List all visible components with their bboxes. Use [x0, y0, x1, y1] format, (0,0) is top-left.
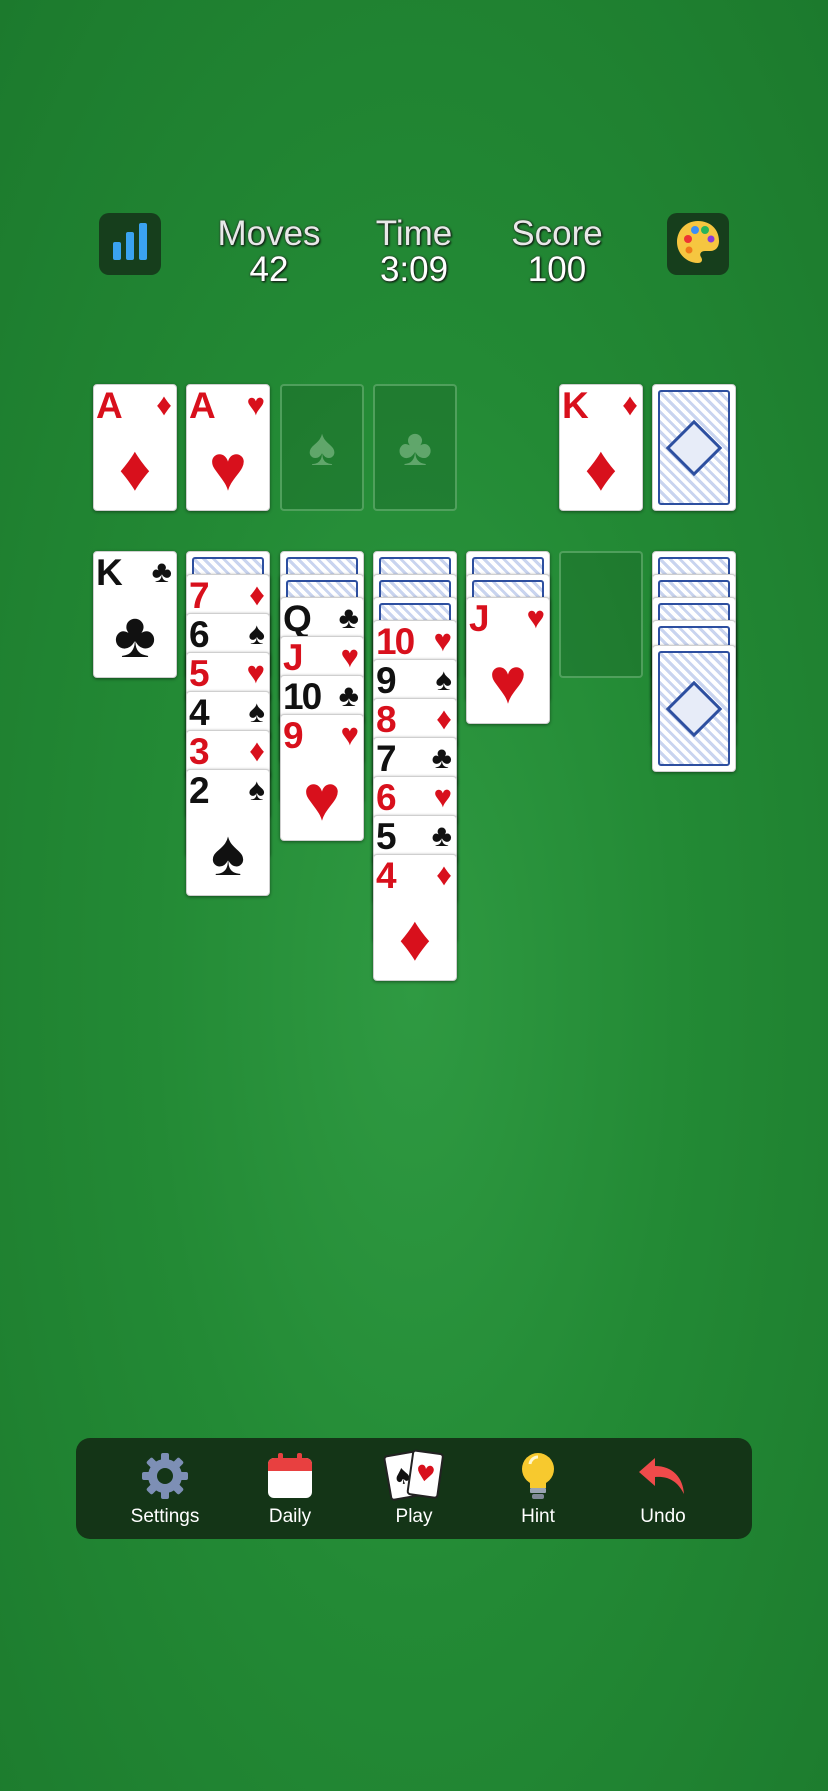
card-rank: 6	[189, 614, 210, 655]
card-rank: 9	[283, 715, 304, 756]
time-stat: Time 3:09	[334, 214, 494, 289]
foundation-empty-clubs[interactable]: ♣	[373, 384, 457, 511]
card-rank: 10	[376, 621, 415, 662]
undo-arrow-icon	[603, 1450, 723, 1502]
score-value: 100	[527, 250, 587, 289]
tableau-face-down-card[interactable]	[652, 645, 736, 772]
spade-icon: ♠	[211, 817, 245, 889]
card-rank: 9	[376, 660, 397, 701]
club-icon: ♣	[151, 554, 172, 589]
score-label: Score	[511, 214, 603, 253]
stock-pile[interactable]	[652, 384, 736, 511]
card-rank: 5	[376, 816, 397, 857]
diamond-icon: ♦	[249, 733, 265, 768]
card-rank: 10	[283, 676, 322, 717]
heart-icon: ♥	[209, 432, 247, 504]
time-value: 3:09	[379, 250, 449, 289]
heart-icon: ♥	[433, 779, 452, 814]
club-icon: ♣	[114, 599, 156, 671]
card-rank: K	[562, 385, 589, 426]
play-label: Play	[395, 1506, 433, 1527]
hint-button[interactable]: Hint	[478, 1438, 598, 1539]
settings-label: Settings	[130, 1506, 200, 1527]
lightbulb-icon	[478, 1450, 598, 1502]
tableau-card[interactable]: J ♥ ♥	[466, 597, 550, 724]
card-rank: Q	[283, 598, 312, 639]
card-rank: 7	[376, 738, 397, 779]
bar-chart-icon	[108, 220, 152, 269]
heart-icon: ♥	[433, 623, 452, 658]
bottom-toolbar: Settings Daily ♠ ♥ Play Hint Undo	[76, 1438, 752, 1539]
tableau-card[interactable]: 2 ♠ ♠	[186, 769, 270, 896]
card-rank: J	[283, 637, 304, 678]
spade-icon: ♠	[248, 772, 265, 807]
diamond-icon: ♦	[622, 387, 638, 422]
club-icon: ♣	[338, 678, 359, 713]
cards-icon: ♠ ♥	[354, 1449, 474, 1502]
card-rank: A	[96, 385, 123, 426]
diamond-icon: ♦	[436, 701, 452, 736]
diamond-icon: ♦	[398, 902, 432, 974]
heart-icon: ♥	[526, 600, 545, 635]
card-rank: 8	[376, 699, 397, 740]
spade-icon: ♠	[248, 616, 265, 651]
play-button[interactable]: ♠ ♥ Play	[354, 1438, 474, 1539]
card-rank: J	[469, 598, 490, 639]
club-icon: ♣	[431, 740, 452, 775]
daily-label: Daily	[268, 1506, 312, 1527]
moves-label: Moves	[217, 214, 321, 253]
moves-stat: Moves 42	[189, 214, 349, 289]
card-rank: 3	[189, 731, 210, 772]
card-back-pattern	[658, 651, 730, 766]
diamond-icon: ♦	[249, 577, 265, 612]
undo-label: Undo	[640, 1506, 686, 1527]
tableau-card[interactable]: K ♣ ♣	[93, 551, 177, 678]
palette-icon	[673, 217, 723, 272]
club-icon: ♣	[338, 600, 359, 635]
card-rank: 6	[376, 777, 397, 818]
club-icon: ♣	[397, 418, 433, 477]
foundation-hearts[interactable]: A ♥ ♥	[186, 384, 270, 511]
card-rank: A	[189, 385, 216, 426]
diamond-icon: ♦	[118, 432, 152, 504]
card-rank: 7	[189, 575, 210, 616]
theme-button[interactable]	[667, 213, 729, 275]
time-label: Time	[375, 214, 453, 253]
daily-button[interactable]: Daily	[230, 1438, 350, 1539]
undo-button[interactable]: Undo	[603, 1438, 723, 1539]
score-stat: Score 100	[477, 214, 637, 289]
card-rank: K	[96, 552, 123, 593]
spade-icon: ♠	[435, 662, 452, 697]
foundation-empty-spades[interactable]: ♠	[280, 384, 364, 511]
card-rank: 4	[376, 855, 397, 896]
card-rank: 5	[189, 653, 210, 694]
gear-icon	[105, 1450, 225, 1502]
card-rank: 2	[189, 770, 210, 811]
diamond-icon: ♦	[436, 857, 452, 892]
tableau-empty-slot[interactable]	[559, 551, 643, 678]
spade-icon: ♠	[248, 694, 265, 729]
heart-icon: ♥	[340, 639, 359, 674]
spade-icon: ♠	[308, 418, 336, 477]
heart-icon: ♥	[303, 762, 341, 834]
moves-value: 42	[249, 250, 289, 289]
card-rank: 4	[189, 692, 210, 733]
diamond-icon: ♦	[584, 432, 618, 504]
foundation-diamonds[interactable]: A ♦ ♦	[93, 384, 177, 511]
heart-icon: ♥	[246, 655, 265, 690]
tableau-card[interactable]: 9 ♥ ♥	[280, 714, 364, 841]
tableau-card[interactable]: 4 ♦ ♦	[373, 854, 457, 981]
diamond-icon: ♦	[156, 387, 172, 422]
waste-card[interactable]: K ♦ ♦	[559, 384, 643, 511]
heart-icon: ♥	[340, 717, 359, 752]
stats-button[interactable]	[99, 213, 161, 275]
svg-text:♥: ♥	[414, 1461, 437, 1489]
settings-button[interactable]: Settings	[105, 1438, 225, 1539]
heart-icon: ♥	[489, 645, 527, 717]
card-back-pattern	[658, 390, 730, 505]
heart-icon: ♥	[246, 387, 265, 422]
club-icon: ♣	[431, 818, 452, 853]
hint-label: Hint	[521, 1506, 555, 1527]
calendar-icon	[230, 1450, 350, 1502]
